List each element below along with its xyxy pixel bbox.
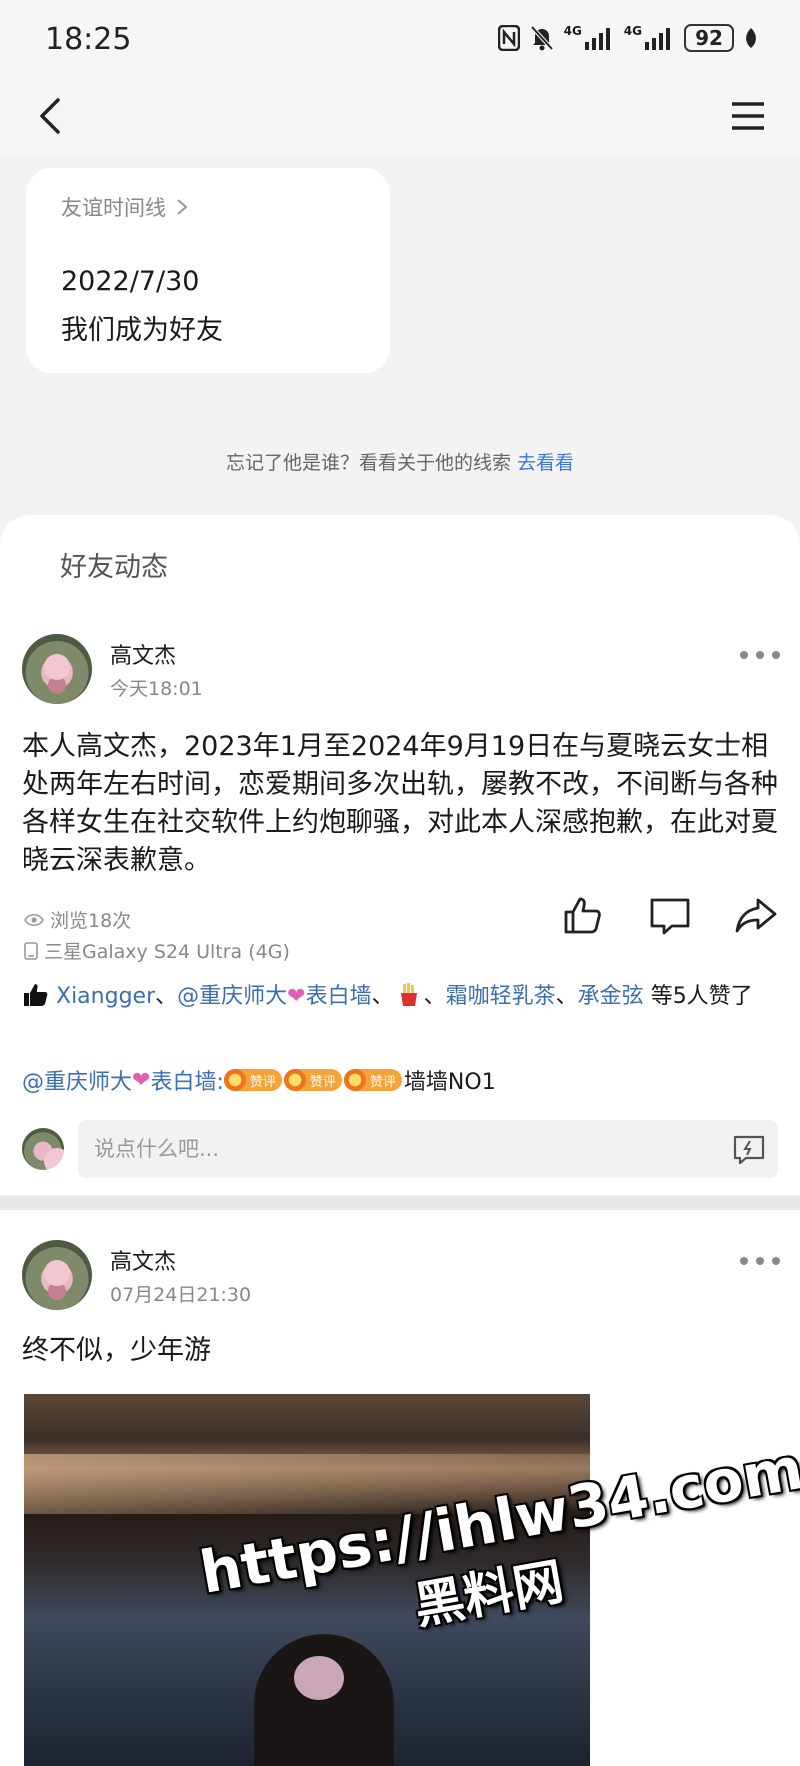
my-avatar [22, 1128, 64, 1170]
liker-chengjinxian[interactable]: 承金弦 [578, 984, 644, 1009]
heart-icon: ❤ [132, 1067, 151, 1093]
liker-separator: 、 [555, 984, 578, 1009]
post-author-avatar[interactable] [22, 1240, 92, 1310]
liker-confession-wall-b[interactable]: 表白墙 [306, 984, 372, 1009]
go-see-link[interactable]: 去看看 [517, 452, 574, 474]
signal-bars-icon-2 [645, 28, 670, 50]
post-text: 终不似，少年游 [22, 1335, 211, 1366]
comment-item: @重庆师大 ❤ 表白墙: 赞评 赞评 赞评 墙墙NO1 [22, 1064, 496, 1096]
friendship-description: 我们成为好友 [61, 315, 223, 346]
liker-milk-tea[interactable]: 霜咖轻乳茶 [446, 984, 556, 1009]
signal-4g-label-1: 4G [563, 24, 582, 38]
heart-icon: ❤ [287, 984, 306, 1009]
liker-separator: 、 [371, 984, 394, 1009]
signal-bars-icon [584, 28, 610, 50]
praise-badge: 赞评 [223, 1069, 282, 1091]
more-options-button[interactable] [740, 1254, 780, 1268]
quick-reply-icon[interactable] [732, 1132, 766, 1166]
praise-badge: 赞评 [283, 1069, 342, 1091]
signal-4g-label-2: 4G [623, 24, 642, 38]
praise-badge: 赞评 [343, 1069, 402, 1091]
status-icons: 4G 4G 92 [497, 24, 758, 52]
post-timestamp: 今天18:01 [110, 678, 203, 700]
comment-author-b[interactable]: 表白墙: [150, 1064, 223, 1096]
friendship-timeline-label: 友谊时间线 [61, 196, 166, 220]
more-dot-icon [772, 1257, 780, 1265]
section-divider [0, 1196, 800, 1210]
like-button[interactable] [560, 894, 604, 938]
friendship-date: 2022/7/30 [61, 266, 200, 297]
likes-summary: Xiangger、@重庆师大❤表白墙、 、霜咖轻乳茶、承金弦 等5人赞了 [22, 980, 782, 1014]
nav-bar [0, 80, 800, 155]
more-dot-icon [756, 651, 764, 659]
clue-hint: 忘记了他是谁？看看关于他的线索 去看看 [0, 448, 800, 475]
menu-icon[interactable] [726, 96, 770, 136]
device-info: 三星Galaxy S24 Ultra (4G) [24, 937, 290, 964]
friend-feed-title: 好友动态 [60, 552, 168, 583]
status-bar: 18:25 4G 4G 92 [0, 0, 800, 80]
friendship-timeline-card[interactable]: 友谊时间线 2022/7/30 我们成为好友 [26, 168, 390, 373]
post-text: 本人高文杰，2023年1月至2024年9月19日在与夏晓云女士相处两年左右时间，… [22, 731, 778, 876]
comment-button[interactable] [648, 894, 692, 938]
liker-xiangger[interactable]: Xiangger [56, 984, 155, 1009]
liker-separator: 、 [155, 984, 178, 1009]
comment-text: 墙墙NO1 [403, 1070, 496, 1095]
view-count: 浏览18次 [24, 906, 131, 933]
more-dot-icon [740, 1257, 748, 1265]
nfc-icon [497, 25, 520, 51]
leaf-icon [746, 28, 756, 48]
post-author-name[interactable]: 高文杰 [110, 1244, 176, 1276]
thumbs-up-icon [24, 984, 48, 1006]
more-dot-icon [740, 651, 748, 659]
post-timestamp: 07月24日21:30 [110, 1284, 252, 1306]
comment-author-a[interactable]: @重庆师大 [22, 1064, 132, 1096]
more-options-button[interactable] [740, 648, 780, 662]
post-author-name[interactable]: 高文杰 [110, 638, 176, 670]
liker-confession-wall-a[interactable]: @重庆师大 [177, 984, 287, 1009]
clue-hint-text: 忘记了他是谁？看看关于他的线索 [225, 452, 511, 474]
more-dot-icon [756, 1257, 764, 1265]
back-arrow-icon[interactable] [30, 94, 74, 138]
liker-separator: 、 [423, 984, 446, 1009]
phone-icon [24, 941, 38, 960]
battery-indicator: 92 [684, 24, 734, 52]
likes-count-text: 等5人赞了 [650, 984, 753, 1009]
eye-icon [24, 913, 44, 926]
device-info-text: 三星Galaxy S24 Ultra (4G) [44, 941, 290, 963]
chevron-right-icon [177, 199, 188, 215]
view-count-text: 浏览18次 [50, 910, 132, 932]
fries-icon [400, 983, 417, 1006]
comment-input[interactable]: 说点什么吧... [78, 1120, 778, 1178]
mute-bell-icon [530, 25, 554, 51]
status-time: 18:25 [45, 22, 132, 57]
more-dot-icon [772, 651, 780, 659]
post-author-avatar[interactable] [22, 634, 92, 704]
share-button[interactable] [734, 894, 778, 938]
comment-input-row: 说点什么吧... [22, 1120, 782, 1178]
friendship-timeline-link[interactable]: 友谊时间线 [61, 192, 188, 222]
